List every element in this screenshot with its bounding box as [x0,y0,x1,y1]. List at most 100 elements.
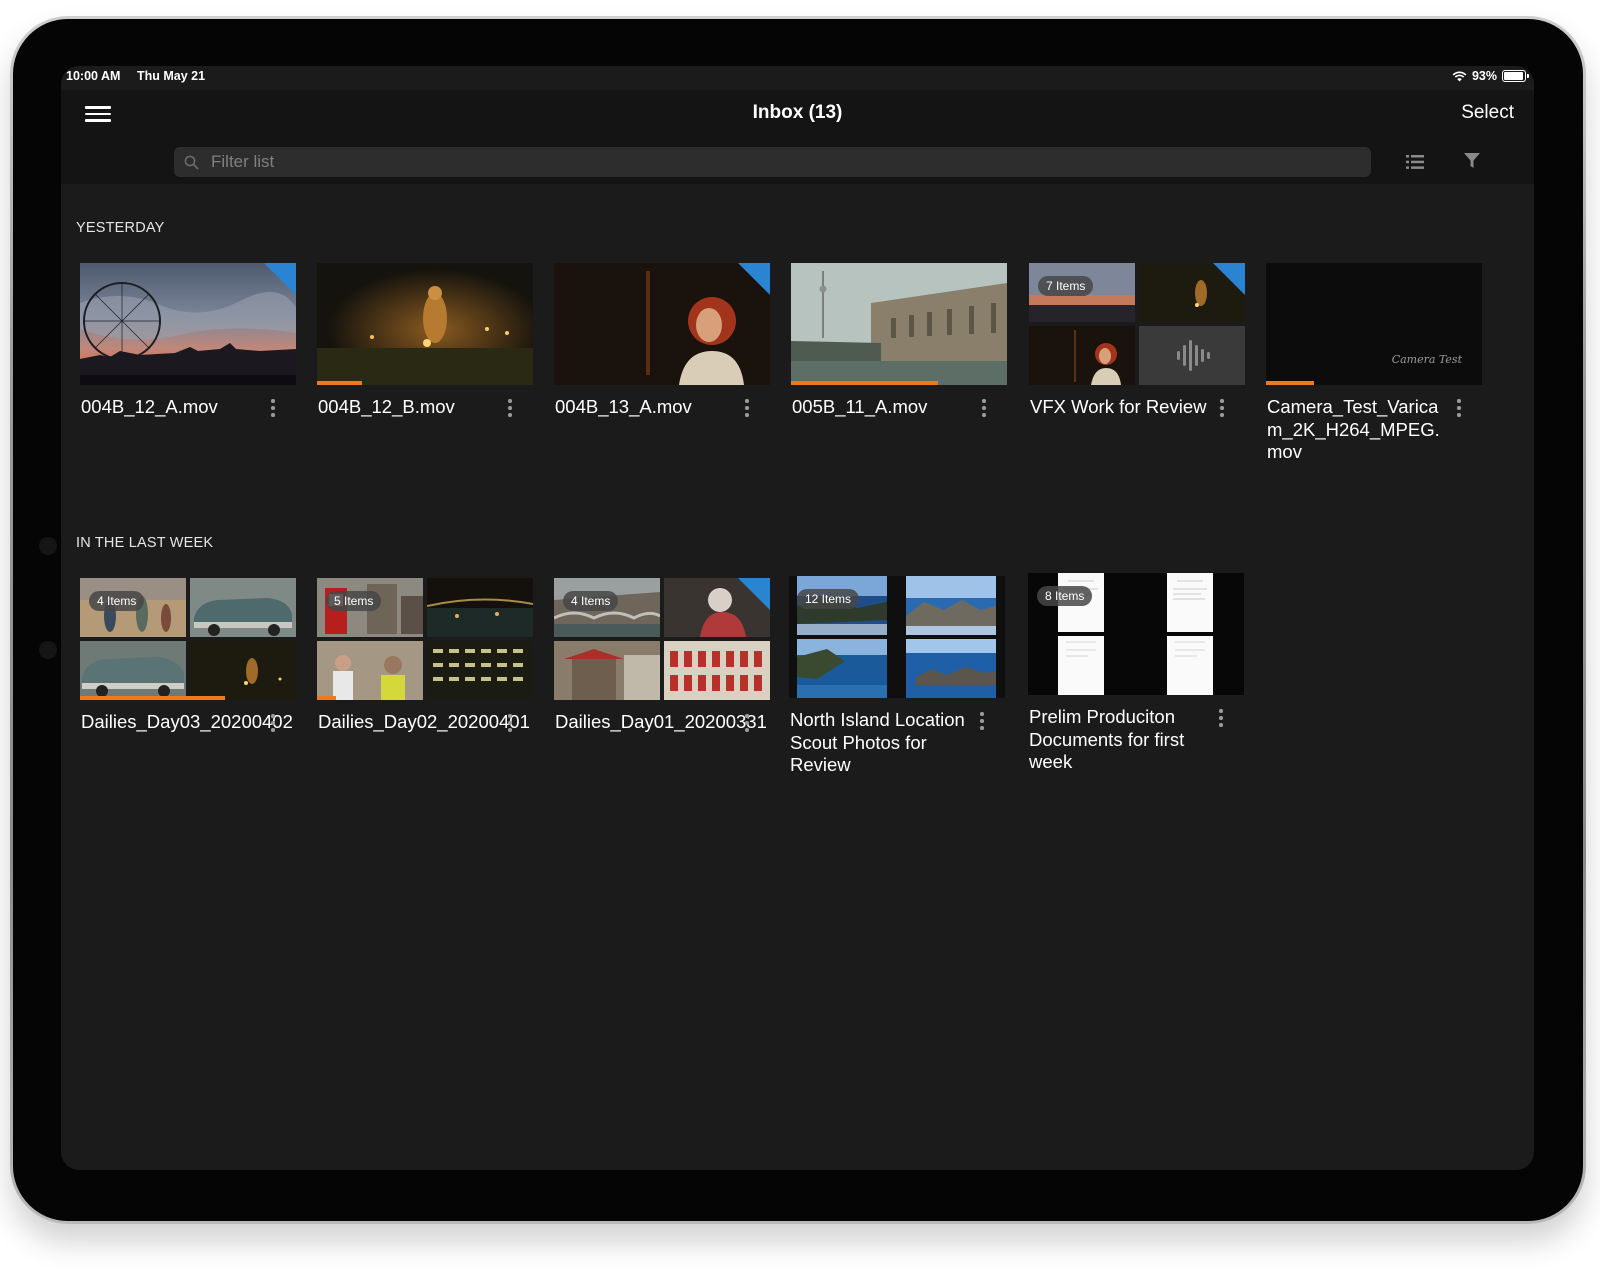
thumbnail-grid: 12 Items [789,576,1005,698]
thumbnail [791,263,1007,385]
media-card-005b-11-a[interactable]: 005B_11_A.mov [791,263,1007,417]
thumbnail [80,263,296,385]
card-title: 004B_12_A.mov [81,396,218,417]
status-bar: 10:00 AM Thu May 21 93% [61,66,1534,90]
battery-icon [1502,70,1529,82]
media-card-004b-13-a[interactable]: 004B_13_A.mov [554,263,770,417]
more-vertical-icon[interactable] [270,399,276,419]
progress-bar [80,696,225,700]
grid-thumb [797,639,887,698]
folder-card-vfx-work[interactable]: 7 Items VFX Work for Review [1029,263,1245,417]
search-icon [184,155,199,169]
page-title: Inbox (13) [752,102,843,123]
media-card-004b-12-a[interactable]: 004B_12_A.mov [80,263,296,417]
document-page [1167,636,1213,695]
thumbnail-grid: 5 Items [317,578,533,700]
sensor-icon [39,641,57,659]
audio-waveform-icon [1177,340,1210,371]
battery-level [1504,72,1523,80]
folder-card-dailies-day03[interactable]: 4 Items Dailies_Day03_20200402 [80,578,296,732]
media-card-camera-test[interactable]: Camera Test Camera_Test_Varicam_2K_H264_… [1266,263,1482,462]
thumbnail [554,263,770,385]
item-count-badge: 12 Items [797,589,860,609]
media-card-004b-12-b[interactable]: 004B_12_B.mov [317,263,533,417]
more-vertical-icon[interactable] [507,714,513,734]
card-title: 004B_13_A.mov [555,396,692,417]
thumbnail-image [791,263,1007,385]
thumbnail-grid: 4 Items [554,578,770,700]
item-count-badge: 7 Items [1038,276,1094,296]
item-count-badge: 4 Items [89,591,145,611]
more-vertical-icon[interactable] [1218,709,1224,729]
more-vertical-icon[interactable] [744,714,750,734]
document-page [1058,636,1104,695]
filter-icon[interactable] [1463,152,1481,170]
battery-percent: 93% [1471,69,1497,83]
grid-thumb [80,641,186,700]
more-vertical-icon[interactable] [270,714,276,734]
grid-thumb [190,641,296,700]
grid-thumb [190,578,296,637]
progress-bar [1266,381,1314,385]
grid-thumb [317,641,423,700]
thumbnail-grid: 4 Items [80,578,296,700]
watermark: Camera Test [1391,353,1462,366]
card-title: 004B_12_B.mov [318,396,455,417]
grid-thumb [906,639,996,698]
status-date: Thu May 21 [137,69,206,83]
list-view-icon[interactable] [1406,154,1424,170]
more-vertical-icon[interactable] [744,399,750,419]
progress-bar [791,381,938,385]
grid-thumb [427,578,533,637]
flag-corner [1213,263,1245,295]
search-bar [174,147,1371,177]
more-vertical-icon[interactable] [981,399,987,419]
more-vertical-icon[interactable] [507,399,513,419]
progress-bar [317,696,337,700]
document-page [1167,573,1213,632]
thumbnail-grid: 7 Items [1029,263,1245,385]
thumbnail-grid: 8 Items [1028,573,1244,695]
folder-card-prelim-documents[interactable]: 8 Items Prelim Produciton Documents for … [1028,573,1244,772]
section-header-last-week: IN THE LAST WEEK [76,535,214,551]
section-header-yesterday: YESTERDAY [76,220,165,236]
folder-card-dailies-day02[interactable]: 5 Items Dailies_Day02_20200401 [317,578,533,732]
more-vertical-icon[interactable] [1456,399,1462,419]
thumbnail-image [317,263,533,385]
folder-card-dailies-day01[interactable]: 4 Items Dailies_Day01_20200331 [554,578,770,732]
status-time: 10:00 AM [66,69,121,83]
grid-thumb [906,576,996,635]
thumbnail: Camera Test [1266,263,1482,385]
more-vertical-icon[interactable] [1219,399,1225,419]
flag-corner [264,263,296,295]
item-count-badge: 5 Items [326,591,382,611]
card-title: North Island Location Scout Photos for R… [790,709,965,775]
audio-thumb [1139,326,1245,385]
camera-icon [39,537,57,555]
grid-thumb [427,641,533,700]
card-title: Prelim Produciton Documents for first we… [1029,706,1185,772]
navigation-bar: Inbox (13) Select [61,90,1534,184]
folder-card-north-island[interactable]: 12 Items North Island Location Scout Pho… [789,576,1005,775]
flag-corner [738,578,770,610]
card-title: Dailies_Day02_20200401 [318,711,530,732]
thumbnail [317,263,533,385]
card-title: Dailies_Day01_20200331 [555,711,767,732]
more-vertical-icon[interactable] [979,712,985,732]
flag-corner [738,263,770,295]
wifi-icon [1452,71,1467,81]
item-count-badge: 4 Items [563,591,619,611]
card-title: VFX Work for Review [1030,396,1207,417]
grid-thumb [1029,326,1135,385]
search-input[interactable] [211,152,1339,172]
card-title: Camera_Test_Varicam_2K_H264_MPEG.mov [1267,396,1440,462]
select-button[interactable]: Select [1461,102,1514,124]
grid-thumb [664,641,770,700]
card-title: Dailies_Day03_20200402 [81,711,293,732]
app-screen: 10:00 AM Thu May 21 93% Inbox (13) Selec… [61,66,1534,1170]
progress-bar [317,381,363,385]
item-count-badge: 8 Items [1037,586,1093,606]
card-title: 005B_11_A.mov [792,396,928,417]
status-indicators: 93% [1452,69,1529,83]
grid-thumb [554,641,660,700]
